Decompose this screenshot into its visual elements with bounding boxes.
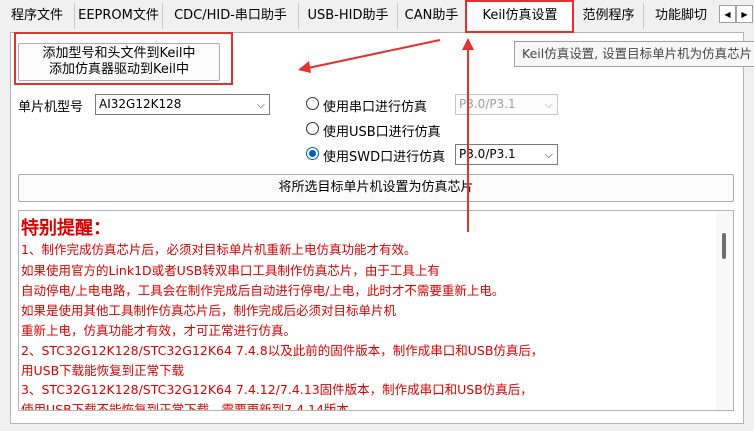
scrollbar-thumb[interactable] [722,233,726,259]
tab-examples[interactable]: 范例程序 [574,3,644,29]
mcu-model-value: AI32G12K128 [99,97,182,111]
set-sim-chip-button[interactable]: 将所选目标单片机设置为仿真芯片 [18,174,734,202]
tab-bar: 程序文件 EEPROM文件 CDC/HID-串口助手 USB-HID助手 CAN… [0,0,754,33]
notice-scrollbar[interactable] [716,211,733,410]
tab-pin-functions[interactable]: 功能脚切 [644,3,718,29]
notice-line: 使用USB下载不能恢复到正常下载，需要更新到7.4.14版本 [21,402,349,411]
radio-usb-label: 使用USB口进行仿真 [323,125,441,140]
chevron-down-icon: ⌵ [544,148,553,161]
tab-eeprom-file[interactable]: EEPROM文件 [75,3,163,29]
notice-title: 特别提醒： [21,218,111,239]
notice-line: 如果是使用其他工具制作仿真芯片后，制作完成后必须对目标单片机 [21,303,397,318]
tab-usb-hid[interactable]: USB-HID助手 [299,3,398,29]
radio-serial-label: 使用串口进行仿真 [323,100,428,115]
notice-line: 自动停电/上电电路，工具会在制作完成后自动进行停电/上电，此时才不需要重新上电。 [21,283,505,298]
serial-port-value: P3.0/P3.1 [459,97,516,111]
radio-swd[interactable] [306,147,319,160]
triangle-left-icon[interactable]: ◀ [719,5,736,23]
radio-swd-label: 使用SWD口进行仿真 [323,150,446,165]
swd-port-select[interactable]: P3.0/P3.1 ⌵ [455,144,558,165]
mcu-model-select[interactable]: AI32G12K128 ⌵ [95,94,270,115]
radio-usb[interactable] [306,122,319,135]
annotation-box-add [14,32,233,85]
triangle-right-icon[interactable]: ▶ [736,5,753,23]
tab-tooltip: Keil仿真设置, 设置目标单片机为仿真芯片 [514,41,754,67]
serial-port-select[interactable]: P3.0/P3.1 ⌵ [455,94,558,115]
chevron-down-icon: ⌵ [544,98,553,111]
notice-line: 用USB下载能恢复到正常下载 [21,363,185,378]
notice-line: 2、STC32G12K128/STC32G12K64 7.4.8以及此前的固件版… [21,343,544,358]
radio-serial[interactable] [306,97,319,110]
tab-can[interactable]: CAN助手 [398,3,466,29]
chevron-down-icon: ⌵ [256,98,265,111]
notice-line: 重新上电，仿真功能才有效，才可正常进行仿真。 [21,323,297,338]
tab-program-file[interactable]: 程序文件 [0,3,75,29]
mcu-model-label: 单片机型号 [18,100,84,115]
notice-line: 1、制作完成仿真芯片后，必须对目标单片机重新上电仿真功能才有效。 [21,242,417,257]
notice-box: 特别提醒： 1、制作完成仿真芯片后，必须对目标单片机重新上电仿真功能才有效。 如… [18,210,734,411]
notice-line: 如果使用官方的Link1D或者USB转双串口工具制作仿真芯片，由于工具上有 [21,263,440,278]
tab-cdc-hid-serial[interactable]: CDC/HID-串口助手 [163,3,299,29]
annotation-box-tab [465,0,574,33]
notice-line: 3、STC32G12K128/STC32G12K64 7.4.12/7.4.13… [21,382,533,397]
swd-port-value: P3.0/P3.1 [459,147,516,161]
